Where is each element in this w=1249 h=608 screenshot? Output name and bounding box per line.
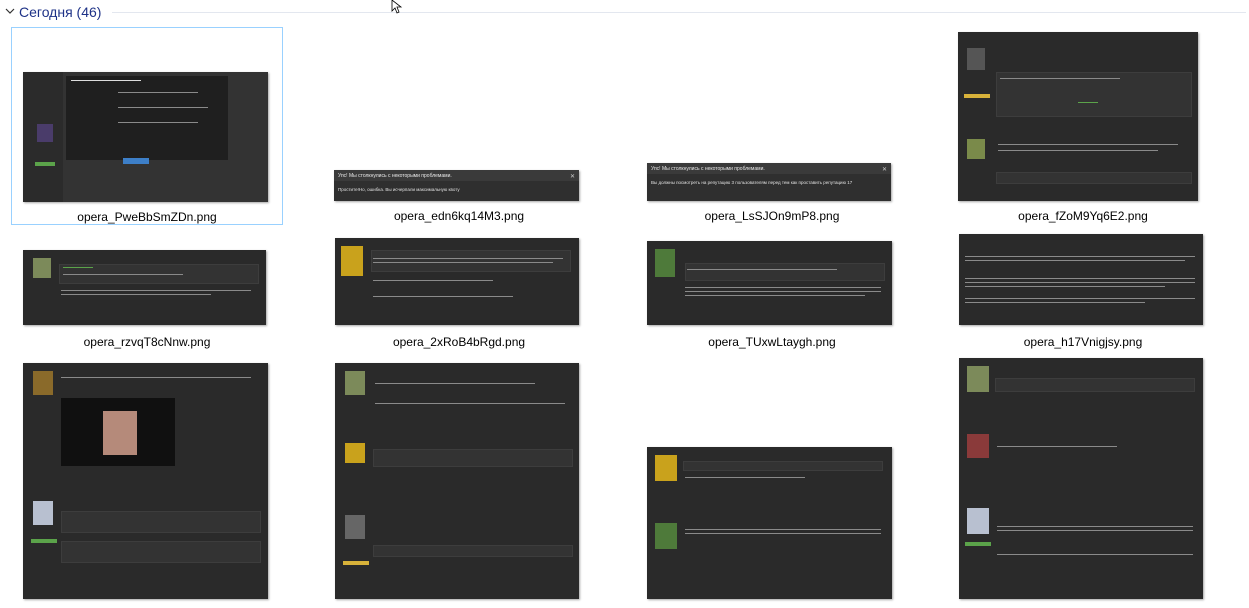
group-divider (112, 12, 1246, 13)
dialog-title: Упс! Мы столкнулись с некоторыми проблем… (651, 166, 765, 172)
file-tile[interactable]: Упс! Мы столкнулись с некоторыми проблем… (323, 27, 595, 225)
file-name: opera_PweBbSmZDn.png (77, 210, 217, 224)
file-thumbnail (647, 447, 892, 599)
file-thumbnail (335, 363, 579, 599)
close-icon: ✕ (569, 174, 575, 180)
file-tile[interactable]: Упс! Мы столкнулись с некоторыми проблем… (636, 27, 908, 225)
file-name: opera_fZoM9Yq6E2.png (1018, 209, 1148, 223)
file-thumbnail: Упс! Мы столкнулись с некоторыми проблем… (334, 170, 579, 201)
file-thumbnail (335, 238, 579, 325)
group-header[interactable]: Сегодня (46) (0, 0, 1249, 24)
close-icon: ✕ (881, 167, 887, 173)
dialog-message: Вы должны посмотреть на репутацию 3 поль… (651, 180, 853, 185)
dialog-title: Упс! Мы столкнулись с некоторыми проблем… (338, 173, 452, 179)
file-thumbnail (959, 358, 1203, 599)
file-thumbnail (959, 234, 1203, 325)
file-tile[interactable] (947, 358, 1219, 608)
file-thumbnail (958, 32, 1198, 201)
file-name: opera_rzvqT8cNnw.png (83, 335, 211, 349)
file-tile[interactable] (11, 358, 283, 608)
file-name: opera_TUxwLtaygh.png (708, 335, 836, 349)
file-tile[interactable] (323, 358, 595, 608)
file-name: opera_h17Vnigjsy.png (1023, 335, 1143, 349)
file-tile[interactable]: opera_PweBbSmZDn.png (11, 27, 283, 225)
mouse-cursor-icon (391, 0, 403, 14)
file-name: opera_edn6kq14M3.png (393, 209, 525, 223)
file-tile[interactable] (636, 358, 908, 608)
chevron-down-icon[interactable] (4, 5, 16, 17)
file-thumbnail (647, 241, 892, 325)
group-title: Сегодня (46) (19, 4, 102, 20)
file-name: opera_2xRoB4bRgd.png (392, 335, 526, 349)
file-name: opera_LsSJOn9mP8.png (704, 209, 840, 223)
file-thumbnail (23, 250, 266, 325)
file-tile[interactable]: opera_fZoM9Yq6E2.png (947, 27, 1219, 225)
dialog-message: Простите!Но, ошибка. Вы исчерпали максим… (338, 187, 460, 192)
file-thumbnail (23, 363, 268, 599)
file-thumbnail: Упс! Мы столкнулись с некоторыми проблем… (647, 163, 891, 201)
file-thumbnail (23, 72, 268, 202)
